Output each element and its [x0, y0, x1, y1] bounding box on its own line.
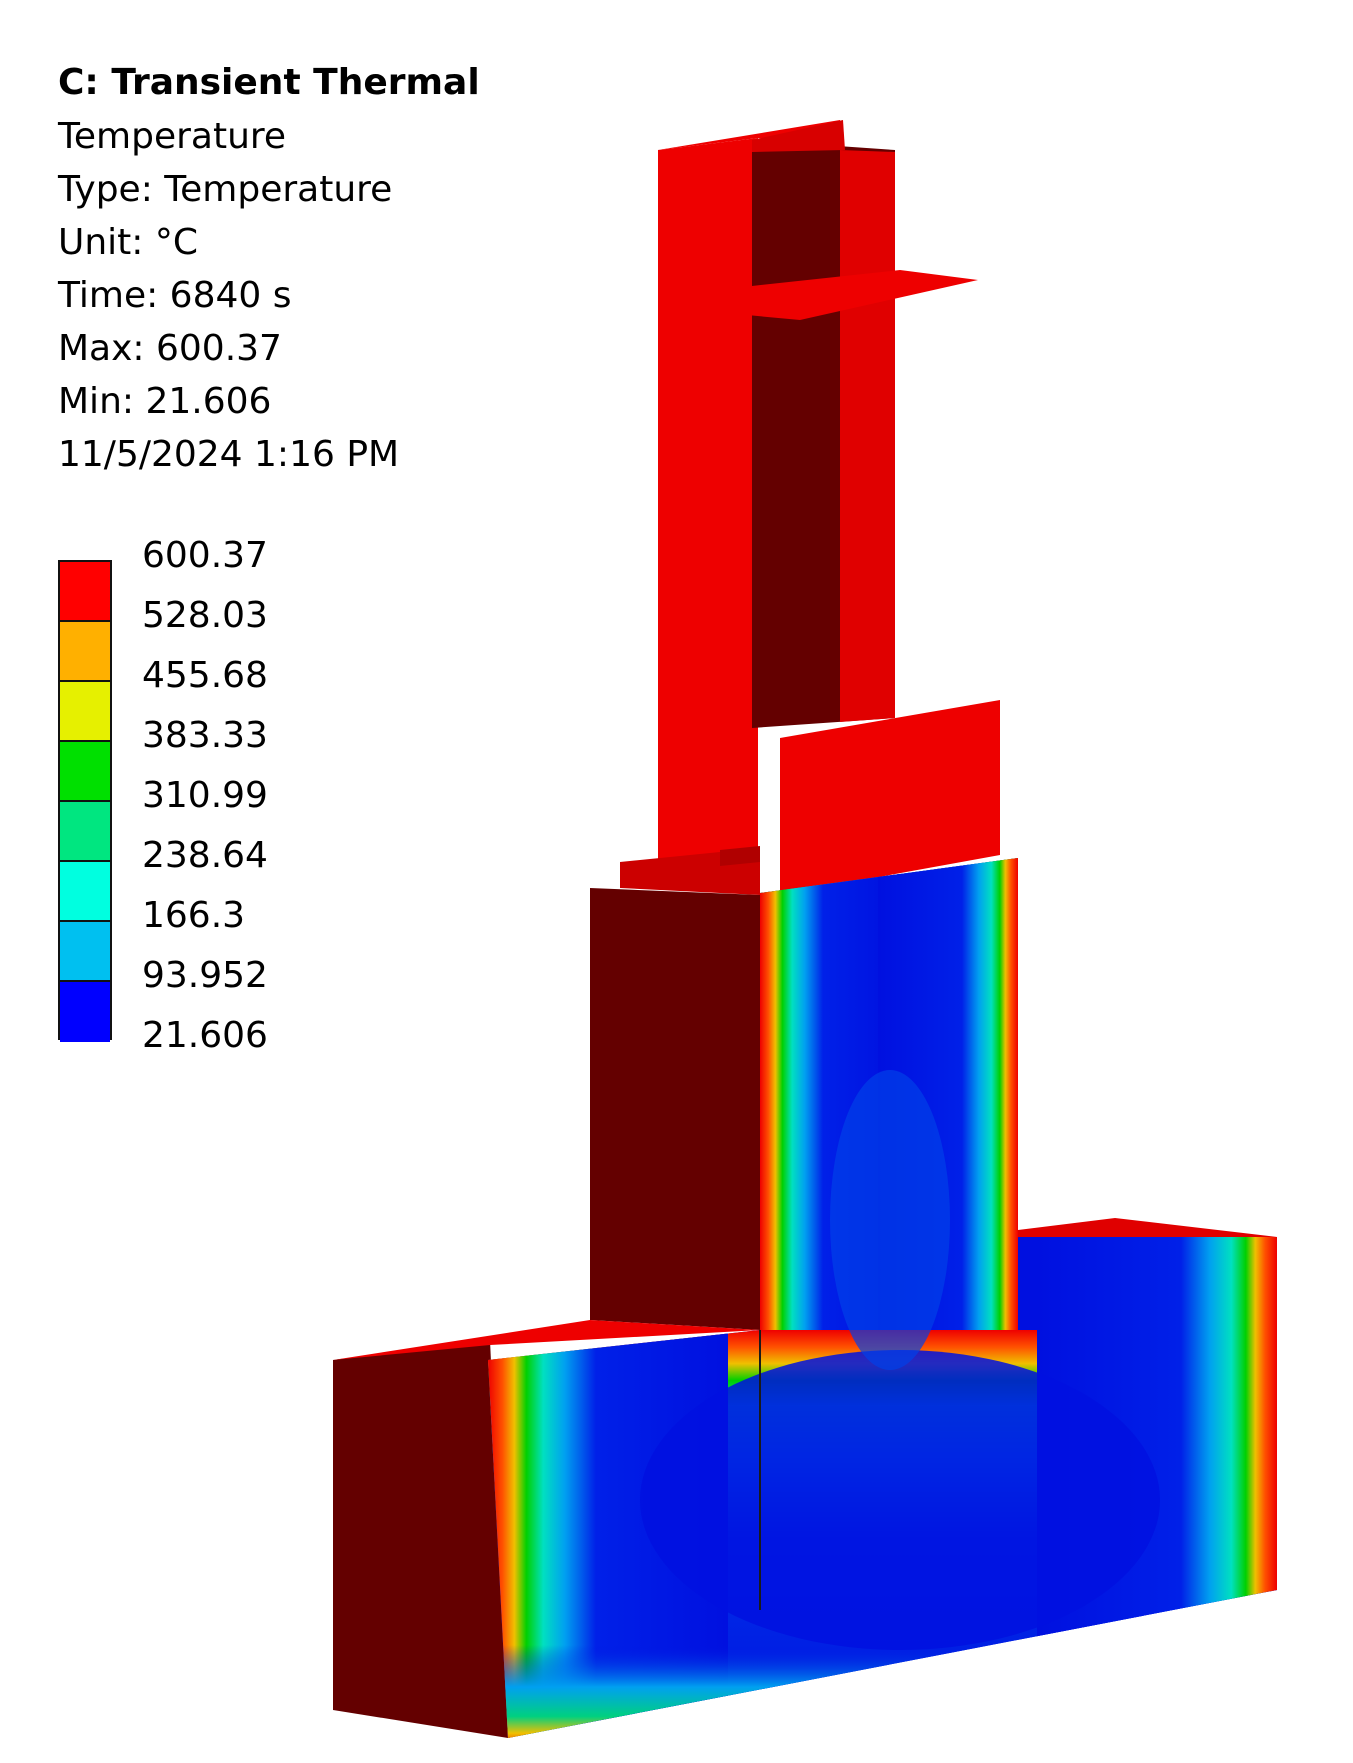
foundation-left-end	[333, 1340, 508, 1738]
lower-column-left-face	[590, 888, 760, 1330]
upper-column-right-edge	[840, 150, 895, 722]
temperature-contour-model[interactable]	[0, 0, 1353, 1763]
upper-column-left-flange	[658, 138, 758, 870]
